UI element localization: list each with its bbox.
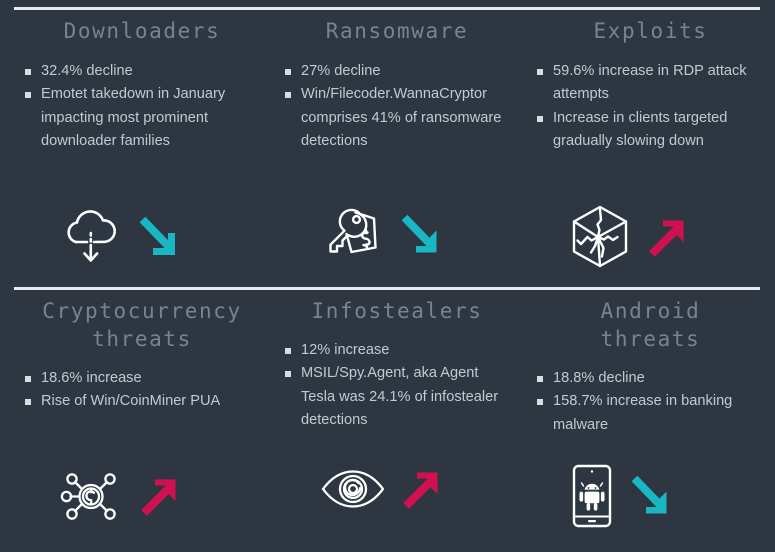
infographic-panel: Downloaders 32.4% decline Emotet takedow… <box>0 0 775 552</box>
list-item: MSIL/Spy.Agent, aka Agent Tesla was 24.1… <box>282 362 512 433</box>
icon-row-ransomware <box>320 204 442 266</box>
icon-row-android <box>568 463 672 529</box>
increasing-trend-arrow <box>403 472 438 509</box>
threat-card-exploits: Exploits 59.6% increase in RDP attack at… <box>522 18 775 278</box>
threat-card-downloaders: Downloaders 32.4% decline Emotet takedow… <box>0 18 272 278</box>
threat-card-ransomware: Ransomware 27% decline Win/Filecoder.Wan… <box>272 18 522 278</box>
key-price-tag-icon <box>329 208 377 254</box>
list-item: 12% increase <box>282 339 512 363</box>
eye-spy-icon <box>321 470 385 508</box>
android-phone-icon <box>572 464 612 528</box>
decreasing-trend-arrow <box>401 214 437 253</box>
list-item: 18.6% increase <box>22 367 262 391</box>
icon-row-cryptocurrency <box>58 463 180 529</box>
threat-row-top: Downloaders 32.4% decline Emotet takedow… <box>0 18 775 278</box>
bullet-list-cryptocurrency: 18.6% increase Rise of Win/CoinMiner PUA <box>22 367 262 414</box>
threat-row-bottom: Cryptocurrency threats 18.6% increase Ri… <box>0 298 775 552</box>
decreasing-trend-arrow <box>139 216 175 255</box>
card-title-infostealers: Infostealers <box>311 299 483 323</box>
list-item: Rise of Win/CoinMiner PUA <box>22 390 262 414</box>
list-item: 59.6% increase in RDP attack attempts <box>534 60 767 107</box>
card-title-android: Android threats <box>600 299 701 351</box>
threat-card-android: Android threats 18.8% decline 158.7% inc… <box>522 298 775 552</box>
cloud-download-icon <box>67 210 116 262</box>
list-item: 158.7% increase in banking malware <box>534 390 767 437</box>
bullet-list-infostealers: 12% increase MSIL/Spy.Agent, aka Agent T… <box>282 339 512 433</box>
bullet-list-downloaders: 32.4% decline Emotet takedown in January… <box>22 60 262 154</box>
middle-divider <box>14 287 760 290</box>
list-item: 32.4% decline <box>22 60 262 84</box>
cracked-cube-icon <box>572 205 628 268</box>
list-item: Emotet takedown in January impacting mos… <box>22 83 262 154</box>
list-item: Increase in clients targeted gradually s… <box>534 107 767 154</box>
bullet-list-ransomware: 27% decline Win/Filecoder.WannaCryptor c… <box>282 60 512 154</box>
bullet-list-exploits: 59.6% increase in RDP attack attempts In… <box>534 60 767 154</box>
card-title-ransomware: Ransomware <box>325 19 469 43</box>
bullet-list-android: 18.8% decline 158.7% increase in banking… <box>534 367 767 438</box>
threat-card-cryptocurrency: Cryptocurrency threats 18.6% increase Ri… <box>0 298 272 552</box>
increasing-trend-arrow <box>141 479 176 516</box>
card-title-cryptocurrency: Cryptocurrency threats <box>42 299 242 351</box>
crypto-network-coin-icon <box>60 473 116 520</box>
threat-card-infostealers: Infostealers 12% increase MSIL/Spy.Agent… <box>272 298 522 552</box>
icon-row-exploits <box>568 204 688 270</box>
card-title-downloaders: Downloaders <box>63 19 221 43</box>
icon-row-infostealers <box>320 466 442 512</box>
list-item: 18.8% decline <box>534 367 767 391</box>
increasing-trend-arrow <box>649 220 684 257</box>
decreasing-trend-arrow <box>631 475 667 514</box>
top-divider <box>14 7 760 10</box>
list-item: 27% decline <box>282 60 512 84</box>
list-item: Win/Filecoder.WannaCryptor comprises 41%… <box>282 83 512 154</box>
icon-row-downloaders <box>58 204 180 270</box>
card-title-exploits: Exploits <box>593 19 708 43</box>
